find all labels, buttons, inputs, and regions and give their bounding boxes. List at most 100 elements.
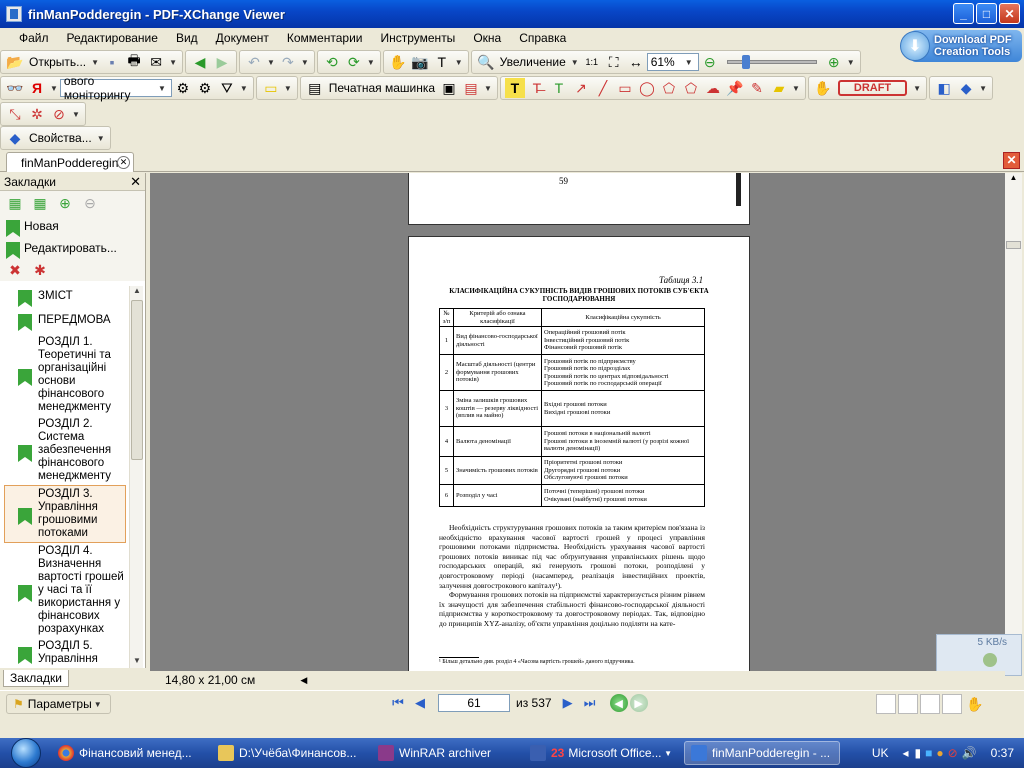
bookmark-item[interactable]: РОЗДІЛ 5. Управління <box>0 638 130 668</box>
history-forward-icon[interactable]: ▶ <box>629 694 648 712</box>
page-number-input[interactable]: 61 <box>438 694 510 712</box>
eraser-tool-icon[interactable]: ▰ <box>769 78 789 98</box>
delete-bookmark-icon[interactable]: ✖ <box>5 260 25 280</box>
taskbar-item-explorer[interactable]: D:\Учёба\Финансов... <box>212 741 368 765</box>
typewriter-button[interactable]: Печатная машинка <box>329 81 435 95</box>
hand-tool-icon[interactable]: ✋ <box>388 52 408 72</box>
bookmark-item[interactable]: ПЕРЕДМОВА <box>0 310 130 331</box>
taskbar-item-pdfxchange[interactable]: finManPodderegin - ... <box>684 741 840 765</box>
taskbar-item-office[interactable]: 23 Microsoft Office... ▼ <box>524 741 680 765</box>
menu-document[interactable]: Документ <box>207 31 278 45</box>
flag-tray-icon[interactable]: ■ <box>925 746 932 760</box>
menu-help[interactable]: Справка <box>510 31 575 45</box>
fit-width-icon[interactable]: ↔ <box>626 52 646 72</box>
save-icon[interactable]: ▪ <box>102 52 122 72</box>
zoom-level-combo[interactable]: 61% ▼ <box>646 53 699 71</box>
pentagon-tool-icon[interactable]: ⬠ <box>681 78 701 98</box>
search-combo[interactable]: ового моніторингу ▼ <box>59 74 172 102</box>
open-button[interactable]: Открыть... <box>29 55 86 69</box>
first-page-icon[interactable]: ⏮ <box>388 693 408 713</box>
bookmark-item-selected[interactable]: РОЗДІЛ 3. Управління грошовими потоками <box>4 485 126 543</box>
minimize-button[interactable]: _ <box>953 3 974 24</box>
enlarge-text-icon[interactable]: ⊕ <box>55 193 75 213</box>
scroll-left-icon[interactable]: ◀ <box>300 675 307 686</box>
snapshot-icon[interactable]: 📷 <box>410 52 430 72</box>
rotate-ccw-icon[interactable]: ⟲ <box>322 52 342 72</box>
draft-stamp-button[interactable]: DRAFT <box>837 80 908 96</box>
fit-page-icon[interactable]: ⛶ <box>604 52 624 72</box>
properties-button[interactable]: Свойства... <box>29 131 92 145</box>
single-page-icon[interactable] <box>876 694 896 714</box>
actual-size-icon[interactable]: 1:1 <box>582 52 602 72</box>
sticky-note-icon[interactable]: ▭ <box>261 78 281 98</box>
print-icon[interactable]: 🖶 <box>124 52 144 72</box>
arrow-tool-icon[interactable]: ↗ <box>571 78 591 98</box>
document-tab[interactable]: finManPodderegin ✕ <box>6 152 134 172</box>
scroll-up-icon[interactable]: ▲ <box>131 286 143 298</box>
bookmarks-scrollbar[interactable]: ▲ ▼ <box>129 286 143 668</box>
cloud-tool-icon[interactable]: ☁ <box>703 78 723 98</box>
callout-icon[interactable]: ▤ <box>461 78 481 98</box>
last-page-icon[interactable]: ⏭ <box>580 693 600 713</box>
tray-arrow-icon[interactable]: ◂ <box>902 746 908 760</box>
zoom-slider[interactable] <box>726 55 817 69</box>
menu-file[interactable]: Файл <box>10 31 58 45</box>
ellipse-tool-icon[interactable]: ◯ <box>637 78 657 98</box>
parameters-button[interactable]: ⚑ Параметры ▼ <box>6 694 111 714</box>
scroll-thumb[interactable] <box>1006 241 1021 249</box>
zoom-in-tool-icon[interactable]: 🔍 <box>476 52 496 72</box>
zoom-out-icon[interactable]: ⊖ <box>700 52 720 72</box>
scroll-down-icon[interactable]: ▼ <box>131 656 143 668</box>
taskbar-item-chrome[interactable]: Фінансовий менед... <box>52 741 208 765</box>
scroll-up-icon[interactable]: ▲ <box>1006 173 1021 188</box>
bookmark-properties-icon[interactable]: ✱ <box>30 260 50 280</box>
clock[interactable]: 0:37 <box>991 746 1014 760</box>
line-tool-icon[interactable]: ╱ <box>593 78 613 98</box>
email-icon[interactable]: ✉ <box>146 52 166 72</box>
area-icon[interactable]: ◆ <box>956 78 976 98</box>
close-document-icon[interactable]: ✕ <box>1003 152 1020 169</box>
back-icon[interactable]: ◀ <box>190 52 210 72</box>
close-tab-icon[interactable]: ✕ <box>117 156 130 169</box>
yandex-icon[interactable]: Я <box>27 78 47 98</box>
menu-window[interactable]: Окна <box>464 31 510 45</box>
pin-tool-icon[interactable]: 📌 <box>725 78 745 98</box>
continuous-facing-icon[interactable] <box>942 694 962 714</box>
zoom-tool-button[interactable]: Увеличение <box>500 55 566 69</box>
new-bookmark-button[interactable]: Новая <box>0 215 145 237</box>
history-back-icon[interactable]: ◀ <box>609 694 628 712</box>
document-view[interactable]: 59 Таблиця 3.1 КЛАСИФІКАЦІЙНА СУКУПНІСТЬ… <box>150 173 1005 671</box>
binoculars-icon[interactable]: 👓 <box>5 78 25 98</box>
download-pdf-tools-button[interactable]: ⬇ Download PDF Creation Tools <box>900 26 1022 66</box>
underline-icon[interactable]: T <box>549 78 569 98</box>
find-next-icon[interactable]: ⚙ <box>195 78 215 98</box>
chrome-tray-icon[interactable]: ● <box>936 746 943 760</box>
textbox-icon[interactable]: ▣ <box>439 78 459 98</box>
menu-edit[interactable]: Редактирование <box>58 31 167 45</box>
menu-view[interactable]: Вид <box>167 31 207 45</box>
select-text-icon[interactable]: T <box>432 52 452 72</box>
highlight-all-icon[interactable]: ⛛ <box>217 78 237 98</box>
highlight-text-icon[interactable]: T <box>504 78 525 98</box>
bookmarks-bottom-tab[interactable]: Закладки <box>3 670 69 687</box>
bookmark-item[interactable]: ЗМІСТ <box>0 286 130 307</box>
rectangle-tool-icon[interactable]: ▭ <box>615 78 635 98</box>
continuous-icon[interactable] <box>898 694 918 714</box>
document-scrollbar[interactable]: ▲ <box>1005 173 1022 671</box>
reduce-text-icon[interactable]: ⊖ <box>80 193 100 213</box>
link-delete-icon[interactable]: ⊘ <box>49 104 69 124</box>
find-prev-icon[interactable]: ⚙ <box>173 78 193 98</box>
link-settings-icon[interactable]: ✲ <box>27 104 47 124</box>
stamp-icon[interactable]: ✋ <box>813 78 833 98</box>
strikeout-icon[interactable]: T̶ <box>527 78 547 98</box>
link-tool-icon[interactable]: ⤡ <box>5 104 25 124</box>
start-button[interactable] <box>0 738 52 768</box>
alert-tray-icon[interactable]: ⊘ <box>948 746 958 760</box>
menu-comments[interactable]: Комментарии <box>278 31 372 45</box>
close-button[interactable]: ✕ <box>999 3 1020 24</box>
edit-bookmark-button[interactable]: Редактировать... <box>0 237 145 259</box>
expand-bookmarks-icon[interactable]: ▦ <box>5 193 25 213</box>
stamp-menu-icon[interactable]: ✋ <box>965 694 985 714</box>
network-icon[interactable]: ▮ <box>915 746 922 760</box>
polygon-tool-icon[interactable]: ⬠ <box>659 78 679 98</box>
